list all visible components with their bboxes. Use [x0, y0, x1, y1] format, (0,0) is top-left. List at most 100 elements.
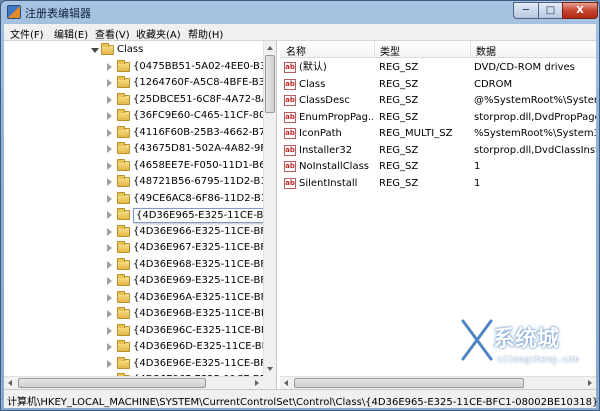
tree-horizontal-scrollbar[interactable] — [4, 376, 263, 389]
value-type: REG_SZ — [379, 95, 419, 106]
folder-icon — [117, 109, 130, 121]
tree-item[interactable]: {25DBCE51-6C8F-4A72-8A6D — [4, 92, 276, 108]
expand-arrow-icon[interactable] — [107, 228, 112, 236]
tree-item[interactable]: {4D36E965-E325-11CE-BFC1-08002BE10318} — [4, 207, 276, 223]
tree-item-class[interactable]: Class — [4, 42, 263, 58]
expand-arrow-icon[interactable] — [107, 79, 112, 87]
menu-favorites[interactable]: 收藏夹(A) — [136, 26, 181, 41]
folder-icon — [117, 291, 130, 303]
column-divider[interactable] — [374, 41, 375, 58]
expand-arrow-icon[interactable] — [107, 294, 112, 302]
expand-arrow-icon[interactable] — [107, 261, 112, 269]
value-row[interactable]: abClassDesc REG_SZ @%SystemRoot%\System3 — [280, 93, 596, 109]
tree-item[interactable]: {4D36E967-E325-11CE-BFC1 — [4, 240, 276, 256]
scroll-thumb[interactable] — [18, 378, 206, 388]
tree-item[interactable]: {4658EE7E-F050-11D1-B6BD — [4, 158, 276, 174]
string-value-icon: ab — [284, 95, 296, 106]
expand-arrow-icon[interactable] — [107, 145, 112, 153]
folder-icon — [117, 324, 130, 336]
value-name: IconPath — [299, 128, 342, 139]
tree-item[interactable]: {4116F60B-25B3-4662-B732- — [4, 125, 276, 141]
scroll-down-icon[interactable] — [267, 367, 273, 371]
value-row[interactable]: ab IconPath REG_MULTI_SZ %SystemRoot%\Syste… — [280, 126, 596, 142]
tree-item[interactable]: {4D36E96A-E325-11CE-BFC1 — [4, 290, 276, 306]
folder-icon — [117, 208, 130, 220]
expand-arrow-icon[interactable] — [107, 244, 112, 252]
column-header-data[interactable]: 数据 — [476, 43, 496, 58]
expand-arrow-icon[interactable] — [107, 129, 112, 137]
tree-item-label: {49CE6AC8-6F86-11D2-B1E5 — [133, 193, 277, 204]
value-row[interactable]: ab EnumPropPag... REG_SZ storprop.dll,DvdPr… — [280, 110, 596, 126]
expand-arrow-icon[interactable] — [107, 195, 112, 203]
tree-item[interactable]: {43675D81-502A-4A82-9F84- — [4, 141, 276, 157]
tree-item[interactable]: {4D36E96B-E325-11CE-BFC1 — [4, 306, 276, 322]
close-button[interactable]: X — [562, 2, 598, 19]
tree-item[interactable]: {4D36E96E-E325-11CE-BFC1 — [4, 356, 276, 372]
title-bar[interactable]: 注册表编辑器 ─ □ X — [1, 1, 599, 23]
tree-item[interactable]: {36FC9E60-C465-11CF-8056- — [4, 108, 276, 124]
watermark-text: 系统城 — [493, 327, 560, 352]
window-title: 注册表编辑器 — [25, 7, 91, 20]
string-value-icon: ab — [284, 78, 296, 90]
regedit-window: 注册表编辑器 ─ □ X 文件(F) 编辑(E) 查看(V) 收藏夹(A) 帮助… — [0, 0, 600, 411]
tree-item-label: {4D36E96D-E325-11CE-BFC1 — [133, 341, 277, 352]
tree-item-label: {4D36E96C-E325-11CE-BFC1 — [133, 325, 277, 336]
tree-item[interactable]: {49CE6AC8-6F86-11D2-B1E5 — [4, 191, 276, 207]
tree-item[interactable]: {4D36E966-E325-11CE-BFC1 — [4, 224, 276, 240]
scrollbar-corner — [263, 376, 276, 389]
column-header-type[interactable]: 类型 — [380, 43, 400, 58]
menu-edit[interactable]: 编辑(E) — [54, 26, 88, 41]
expand-arrow-icon[interactable] — [107, 112, 112, 120]
expand-arrow-icon[interactable] — [107, 162, 112, 170]
folder-icon — [117, 258, 130, 270]
expand-arrow-icon[interactable] — [107, 277, 112, 285]
scroll-up-icon[interactable] — [267, 46, 273, 50]
tree-item-label: {4D36E966-E325-11CE-BFC1 — [133, 226, 277, 237]
expand-arrow-icon[interactable] — [91, 48, 99, 53]
expand-arrow-icon[interactable] — [107, 343, 112, 351]
value-row[interactable]: ab Class REG_SZ CDROM — [280, 77, 596, 93]
list-header: 名称 类型 数据 — [280, 41, 596, 58]
expand-arrow-icon[interactable] — [107, 360, 112, 368]
key-tree-pane[interactable]: Class {0475BB51-5A02-4EE0-B36C {1264760F-… — [4, 41, 277, 389]
value-row[interactable]: ab SilentInstall REG_SZ 1 — [280, 176, 596, 192]
tree-item[interactable]: {4D36E969-E325-11CE-BFC1 — [4, 273, 276, 289]
expand-arrow-icon[interactable] — [107, 327, 112, 335]
column-header-name[interactable]: 名称 — [286, 43, 306, 58]
tree-item-label: {25DBCE51-6C8F-4A72-8A6D — [133, 94, 277, 105]
tree-item[interactable]: {1264760F-A5C8-4BFE-B314- — [4, 75, 276, 91]
value-type: REG_SZ — [379, 144, 419, 156]
value-row[interactable]: ab NoInstallClass REG_SZ 1 — [280, 159, 596, 175]
value-data: storprop.dll,DvdPropPageP — [474, 111, 596, 123]
expand-arrow-icon[interactable] — [107, 63, 112, 71]
value-row[interactable]: ab (默认) REG_SZ DVD/CD-ROM drives — [280, 60, 596, 76]
expand-arrow-icon[interactable] — [107, 310, 112, 318]
minimize-button[interactable]: ─ — [513, 2, 539, 19]
scroll-left-icon[interactable] — [284, 380, 288, 386]
expand-arrow-icon[interactable] — [107, 211, 112, 219]
tree-item[interactable]: {4D36E968-E325-11CE-BFC1 — [4, 257, 276, 273]
tree-item[interactable]: {4D36E96C-E325-11CE-BFC1 — [4, 323, 276, 339]
menu-view[interactable]: 查看(V) — [95, 26, 130, 41]
menu-help[interactable]: 帮助(H) — [188, 26, 223, 41]
expand-arrow-icon[interactable] — [107, 96, 112, 104]
tree-item-label: {4D36E968-E325-11CE-BFC1 — [133, 259, 277, 270]
folder-icon — [117, 274, 130, 286]
folder-icon — [117, 93, 130, 105]
tree-item-label: {4658EE7E-F050-11D1-B6BD — [133, 160, 277, 171]
column-divider[interactable] — [470, 41, 471, 58]
scroll-thumb[interactable] — [265, 55, 275, 113]
maximize-button[interactable]: □ — [538, 2, 563, 19]
tree-item-label: {4D36E96B-E325-11CE-BFC1 — [133, 308, 277, 319]
expand-arrow-icon[interactable] — [107, 178, 112, 186]
scroll-right-icon[interactable] — [255, 380, 259, 386]
menu-file[interactable]: 文件(F) — [10, 26, 44, 41]
scroll-left-icon[interactable] — [8, 380, 12, 386]
tree-item[interactable]: {4D36E96D-E325-11CE-BFC1 — [4, 339, 276, 355]
regedit-app-icon — [7, 5, 21, 19]
tree-item[interactable]: {0475BB51-5A02-4EE0-B36C — [4, 59, 276, 75]
folder-open-icon — [101, 43, 114, 55]
tree-vertical-scrollbar[interactable] — [263, 41, 276, 376]
tree-item[interactable]: {48721B56-6795-11D2-B1A8 — [4, 174, 276, 190]
value-row[interactable]: ab Installer32 REG_SZ storprop.dll,DvdClass… — [280, 143, 596, 159]
